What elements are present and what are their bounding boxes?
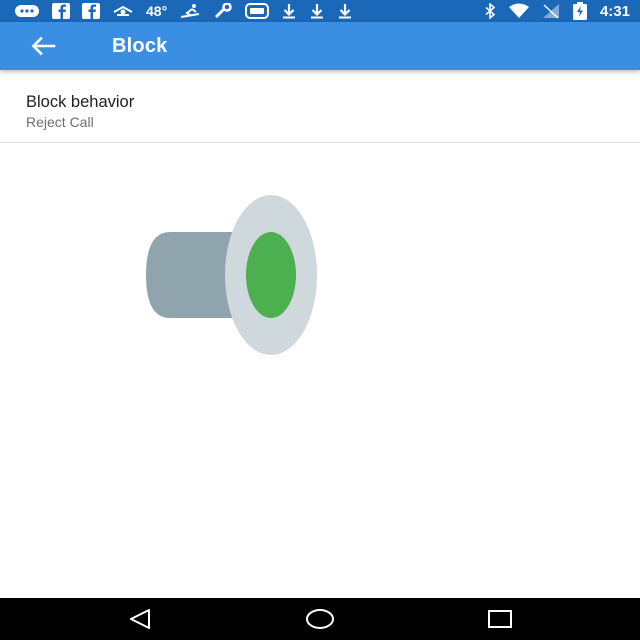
- nav-recents-button[interactable]: [470, 598, 530, 640]
- page-title: Block: [112, 34, 168, 57]
- home-circle-icon: [306, 609, 334, 629]
- speaker-icon: [146, 195, 317, 355]
- nav-home-button[interactable]: [290, 598, 350, 640]
- clock-time: 4:31: [599, 2, 630, 20]
- weather-icon: [112, 2, 134, 20]
- no-signal-icon: [542, 2, 560, 20]
- nav-back-button[interactable]: [110, 598, 170, 640]
- speaker-illustration: [140, 190, 330, 360]
- navigation-bar: [0, 598, 640, 640]
- status-bar-right: 4:31: [484, 2, 630, 20]
- facebook-icon: [82, 2, 100, 20]
- ski-icon: [179, 2, 201, 20]
- wrench-icon: [213, 2, 233, 20]
- app-bar: Block: [0, 22, 640, 70]
- facebook-icon: [52, 2, 70, 20]
- message-icon: [14, 2, 40, 20]
- recents-square-icon: [488, 610, 512, 628]
- download-icon: [281, 2, 297, 20]
- download-icon: [309, 2, 325, 20]
- wifi-icon: [508, 2, 530, 20]
- status-bar-left: 48°: [14, 2, 353, 20]
- battery-charging-icon: [572, 2, 588, 20]
- bluetooth-icon: [484, 2, 496, 20]
- download-icon: [337, 2, 353, 20]
- game-icon: [245, 2, 270, 20]
- block-behavior-setting[interactable]: Block behavior Reject Call: [0, 86, 640, 143]
- back-triangle-icon: [130, 609, 150, 629]
- back-button[interactable]: [18, 22, 68, 70]
- status-bar: 48° 4:31: [0, 0, 640, 22]
- setting-value: Reject Call: [26, 114, 94, 130]
- temperature-text: 48°: [146, 3, 168, 19]
- arrow-left-icon: [31, 36, 56, 56]
- setting-title: Block behavior: [26, 93, 135, 111]
